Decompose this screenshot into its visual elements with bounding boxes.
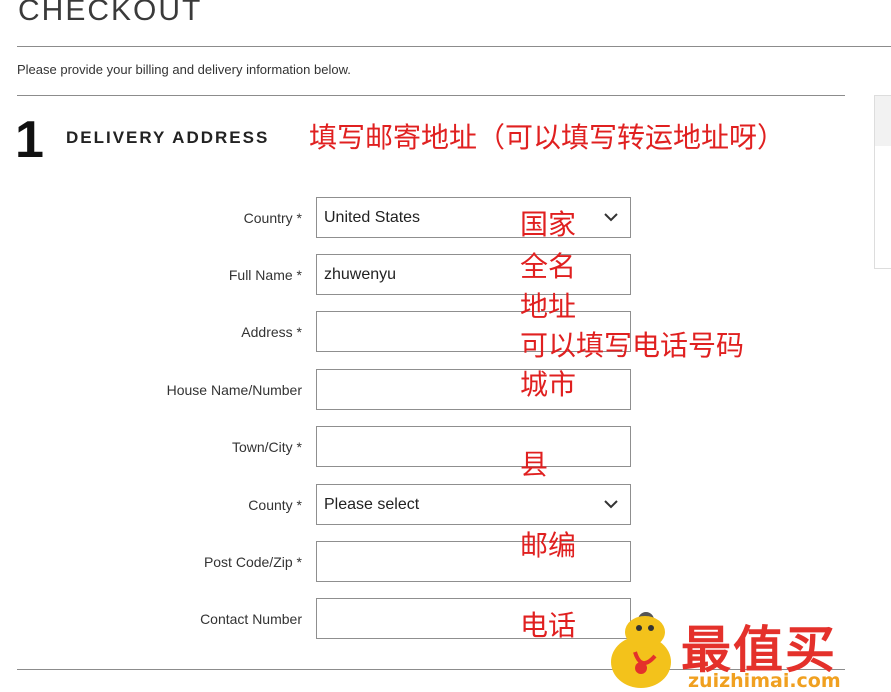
full-name-value: zhuwenyu	[324, 266, 397, 283]
contact-number-label: Contact Number	[200, 611, 302, 627]
county-label: County *	[248, 497, 302, 513]
country-label: Country *	[243, 210, 302, 226]
annotation-full-name: 全名	[520, 250, 577, 283]
county-value: Please select	[324, 496, 420, 513]
post-code-label: Post Code/Zip *	[203, 554, 302, 570]
page-title: CHECKOUT	[18, 0, 203, 27]
step-number: 1	[15, 111, 44, 169]
address-label: Address *	[241, 324, 302, 340]
house-number-label: House Name/Number	[166, 382, 302, 398]
annotation-contact-number: 电话	[520, 609, 577, 642]
annotation-address: 地址	[520, 290, 577, 323]
contact-number-field[interactable]	[316, 598, 631, 639]
checkout-instructions: Please provide your billing and delivery…	[17, 62, 351, 77]
order-summary-header	[875, 96, 891, 146]
mascot-icon	[611, 616, 671, 688]
town-city-label: Town/City *	[231, 439, 302, 455]
post-code-field[interactable]	[316, 541, 631, 582]
country-select[interactable]: United States	[316, 197, 631, 238]
annotation-country: 国家	[520, 208, 577, 241]
annotation-house-number: 可以填写电话号码	[520, 329, 745, 362]
house-number-field[interactable]	[316, 369, 631, 410]
step-title: DELIVERY ADDRESS	[66, 128, 270, 147]
town-city-field[interactable]	[316, 426, 631, 467]
logo-url: zuizhimai.com	[688, 670, 841, 692]
section-divider	[17, 95, 845, 96]
annotation-post-code: 邮编	[520, 529, 577, 562]
chevron-down-icon	[604, 500, 618, 509]
county-select[interactable]: Please select	[316, 484, 631, 525]
country-value: United States	[324, 209, 421, 226]
chevron-down-icon	[604, 213, 618, 222]
annotation-town-city: 城市	[520, 368, 577, 401]
annotation-delivery-address: 填写邮寄地址（可以填写转运地址呀）	[309, 121, 786, 154]
annotation-county: 县	[520, 448, 549, 481]
watermark-logo: 最值买 zuizhimai.com	[603, 608, 891, 692]
full-name-label: Full Name *	[228, 267, 302, 283]
order-summary-panel	[874, 95, 891, 269]
full-name-field[interactable]: zhuwenyu	[316, 254, 631, 295]
title-divider	[17, 46, 891, 47]
